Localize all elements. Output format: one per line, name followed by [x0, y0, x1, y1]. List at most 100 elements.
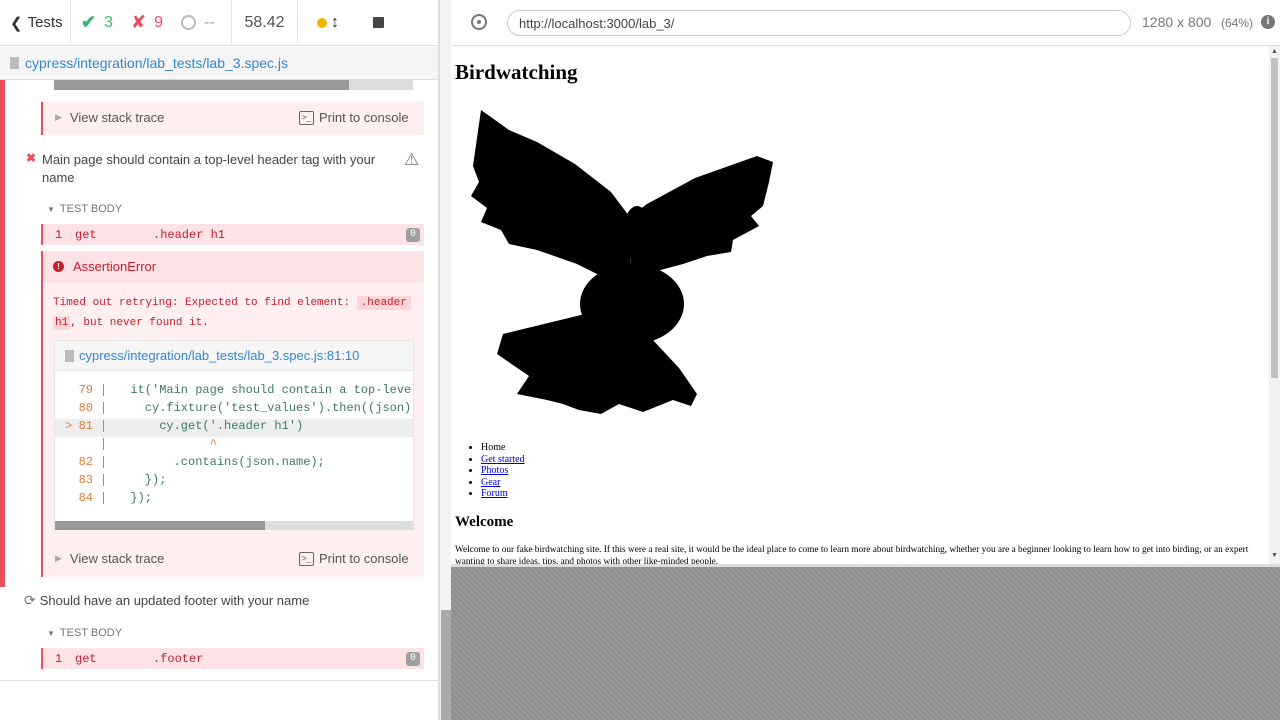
command-arg: .footer	[153, 651, 204, 666]
code-scrollbar-track[interactable]	[54, 80, 413, 90]
gutter-bar	[103, 473, 104, 486]
reporter-scrollbar-thumb[interactable]	[441, 610, 451, 720]
pending-icon	[181, 15, 196, 30]
code-scrollbar-thumb[interactable]	[55, 521, 265, 530]
terminal-icon: >_	[299, 110, 314, 125]
code-scrollbar-track[interactable]	[55, 521, 413, 530]
test-body-label: TEST BODY	[59, 627, 123, 639]
nav-item-get-started[interactable]: Get started	[481, 454, 525, 466]
code-frame-header[interactable]: cypress/integration/lab_tests/lab_3.spec…	[55, 341, 413, 371]
error-header: ! AssertionError	[43, 251, 424, 282]
nav-link-gear[interactable]: Gear	[481, 477, 500, 488]
reporter-panel: ❮ Tests ✔ 3 ✘ 9 -- 58.42 ↕ cypress/integ…	[0, 0, 439, 720]
code-line: 82 .contains(json.name);	[55, 455, 413, 473]
error-icon: !	[53, 261, 64, 272]
scroll-down-icon[interactable]: ▼	[1271, 552, 1278, 559]
nav-item-photos[interactable]: Photos	[481, 465, 525, 477]
chevron-left-icon: ❮	[10, 14, 23, 32]
tests-label: Tests	[27, 14, 63, 31]
error-message: Timed out retrying: Expected to find ele…	[53, 293, 419, 333]
gutter-bar	[103, 437, 104, 450]
code-line: >81 cy.get('.header h1')	[55, 419, 413, 437]
code-scrollbar-thumb[interactable]	[54, 80, 349, 90]
fail-indicator	[0, 80, 5, 587]
test-title-row[interactable]: ⟳ Should have an updated footer with you…	[24, 592, 424, 609]
code-text: ^	[116, 437, 217, 451]
code-text: it('Main page should contain a top-level	[116, 383, 413, 397]
nav-link-get-started[interactable]: Get started	[481, 454, 525, 465]
nav-item-forum[interactable]: Forum	[481, 488, 525, 500]
code-line: 79 it('Main page should contain a top-le…	[55, 383, 413, 401]
scroll-up-icon[interactable]: ▲	[1271, 48, 1278, 55]
url-bar[interactable]: http://localhost:3000/lab_3/	[507, 10, 1131, 36]
page-title: Birdwatching	[455, 60, 578, 84]
gutter-bar	[103, 401, 104, 414]
view-stack-trace-button[interactable]: ▶ View stack trace	[55, 110, 164, 125]
view-stack-trace-label: View stack trace	[69, 551, 165, 566]
code-frame-link[interactable]: cypress/integration/lab_tests/lab_3.spec…	[79, 348, 359, 363]
gutter-bar	[103, 455, 104, 468]
nav-link-forum[interactable]: Forum	[481, 488, 508, 499]
code-line: ^	[55, 437, 413, 455]
reporter-scrollbar[interactable]	[439, 0, 451, 720]
viewport-background	[451, 564, 1280, 720]
nav-item-home: Home	[481, 442, 525, 454]
gutter-bar	[103, 383, 104, 396]
element-count-badge: 0	[406, 228, 420, 242]
code-text: .contains(json.name);	[116, 455, 325, 469]
command-number: 1	[55, 651, 63, 666]
print-to-console-button[interactable]: >_ Print to console	[299, 551, 409, 566]
current-line-marker: >	[65, 419, 73, 433]
error-message-text: Timed out retrying: Expected to find ele…	[53, 297, 357, 309]
command-arg: .header h1	[153, 227, 226, 242]
view-stack-trace-button[interactable]: ▶ View stack trace	[55, 551, 164, 566]
test-body-label: TEST BODY	[59, 203, 123, 215]
line-number: 81	[78, 419, 93, 433]
test-body-toggle[interactable]: ▼ TEST BODY	[47, 627, 122, 639]
passed-count: 3	[104, 13, 113, 31]
code-text: });	[116, 473, 167, 487]
tests-button[interactable]: ❮ Tests	[0, 0, 71, 46]
spec-path: cypress/integration/lab_tests/lab_3.spec…	[25, 55, 289, 71]
line-number: 80	[78, 401, 93, 415]
code-text: cy.get('.header h1')	[116, 419, 304, 433]
error-code-snippet-2: h1	[53, 316, 71, 330]
print-to-console-button[interactable]: >_ Print to console	[299, 110, 409, 125]
caret-right-icon: ▶	[55, 553, 62, 563]
stats-bar: ❮ Tests ✔ 3 ✘ 9 -- 58.42 ↕	[0, 0, 438, 46]
element-count-badge: 0	[406, 652, 420, 666]
view-stack-trace-label: View stack trace	[69, 110, 165, 125]
test-counts: ✔ 3 ✘ 9 --	[71, 0, 232, 46]
test-title: Main page should contain a top-level hea…	[42, 152, 376, 185]
pending-count: --	[204, 13, 215, 31]
error-panel: ! AssertionError Timed out retrying: Exp…	[41, 251, 424, 577]
line-number: 83	[78, 473, 93, 487]
spec-file-bar[interactable]: cypress/integration/lab_tests/lab_3.spec…	[0, 47, 438, 80]
url-text: http://localhost:3000/lab_3/	[519, 15, 675, 31]
viewport-size: 1280 x 800	[1142, 14, 1212, 30]
file-icon	[65, 349, 74, 362]
aut-header: http://localhost:3000/lab_3/ 1280 x 800 …	[451, 0, 1280, 46]
auto-scroll-toggle[interactable]: ↕	[298, 0, 358, 46]
stop-button[interactable]	[358, 0, 398, 46]
info-icon[interactable]: i	[1261, 15, 1275, 29]
app-iframe: Birdwatching Home Get started Photos Gea…	[451, 46, 1269, 564]
terminal-icon: >_	[299, 551, 314, 566]
test-body-toggle[interactable]: ▼ TEST BODY	[47, 203, 122, 215]
bird-logo	[471, 110, 773, 414]
command-row[interactable]: 1 get .footer 0	[41, 648, 424, 669]
nav-link-photos[interactable]: Photos	[481, 465, 508, 476]
warning-icon: ⚠	[404, 150, 420, 169]
print-to-console-label: Print to console	[319, 110, 409, 125]
code-line: 83 });	[55, 473, 413, 491]
app-scrollbar-thumb[interactable]	[1271, 58, 1278, 378]
nav-item-gear[interactable]: Gear	[481, 477, 525, 489]
command-log: ▶ View stack trace >_ Print to console ✖…	[0, 80, 438, 680]
command-row[interactable]: 1 get .header h1 0	[41, 224, 424, 245]
code-lines: 79 it('Main page should contain a top-le…	[55, 383, 413, 513]
command-name: get	[75, 651, 97, 666]
file-icon	[10, 57, 19, 69]
app-scrollbar[interactable]: ▲ ▼	[1269, 46, 1280, 564]
reporter-footer	[0, 680, 438, 720]
fail-x-icon: ✖	[26, 151, 37, 165]
